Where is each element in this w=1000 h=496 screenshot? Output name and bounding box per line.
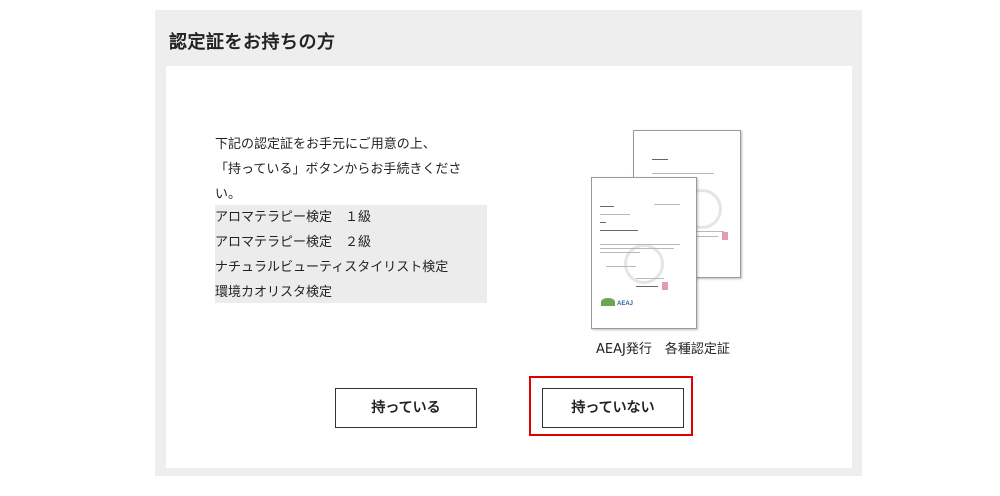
certificate-holder-section: 認定証をお持ちの方 下記の認定証をお手元にご用意の上、 「持っている」ボタンから…: [155, 10, 862, 476]
doc-text-line: [636, 286, 658, 287]
doc-text-line: [694, 236, 718, 237]
doc-text-line: [600, 248, 674, 249]
doc-text-line: [654, 204, 680, 205]
section-title: 認定証をお持ちの方: [169, 32, 336, 53]
doc-text-line: [600, 252, 640, 253]
doc-text-line: [600, 214, 630, 215]
doc-text-line: [652, 173, 714, 174]
doc-grade-mark: [600, 222, 606, 223]
doc-heading-mark: [652, 159, 668, 160]
doc-stamp: [662, 282, 668, 290]
doc-text-line: [636, 278, 664, 279]
have-certificate-button[interactable]: 持っている: [335, 388, 477, 428]
doc-text-line: [606, 266, 636, 267]
intro-line-3: い。: [215, 187, 242, 202]
doc-text-line: [694, 231, 724, 232]
intro-text: 下記の認定証をお手元にご用意の上、 「持っている」ボタンからお手続きくださ い。: [215, 132, 495, 207]
certificate-item: 環境カオリスタ検定: [215, 285, 333, 300]
doc-name-line: [600, 230, 638, 231]
certificate-item: ナチュラルビューティスタイリスト検定: [215, 260, 449, 275]
highlight-box: [529, 376, 693, 436]
doc-stamp: [722, 232, 728, 240]
certificate-item: アロマテラピー検定 １級: [215, 210, 372, 225]
doc-heading-mark: [600, 206, 614, 207]
certificate-list: アロマテラピー検定 １級 アロマテラピー検定 ２級 ナチュラルビューティスタイリ…: [215, 205, 487, 303]
content-card: 下記の認定証をお手元にご用意の上、 「持っている」ボタンからお手続きくださ い。…: [166, 66, 852, 468]
certificate-image-front: AEAJ: [591, 177, 697, 329]
doc-text-line: [600, 244, 680, 245]
intro-line-2: 「持っている」ボタンからお手続きくださ: [215, 162, 462, 177]
aeaj-logo-icon: [601, 298, 615, 306]
certificate-caption: AEAJ発行 各種認定証: [596, 342, 730, 357]
aeaj-logo-text: AEAJ: [617, 301, 634, 307]
certificate-item: アロマテラピー検定 ２級: [215, 235, 372, 250]
intro-line-1: 下記の認定証をお手元にご用意の上、: [215, 137, 436, 152]
